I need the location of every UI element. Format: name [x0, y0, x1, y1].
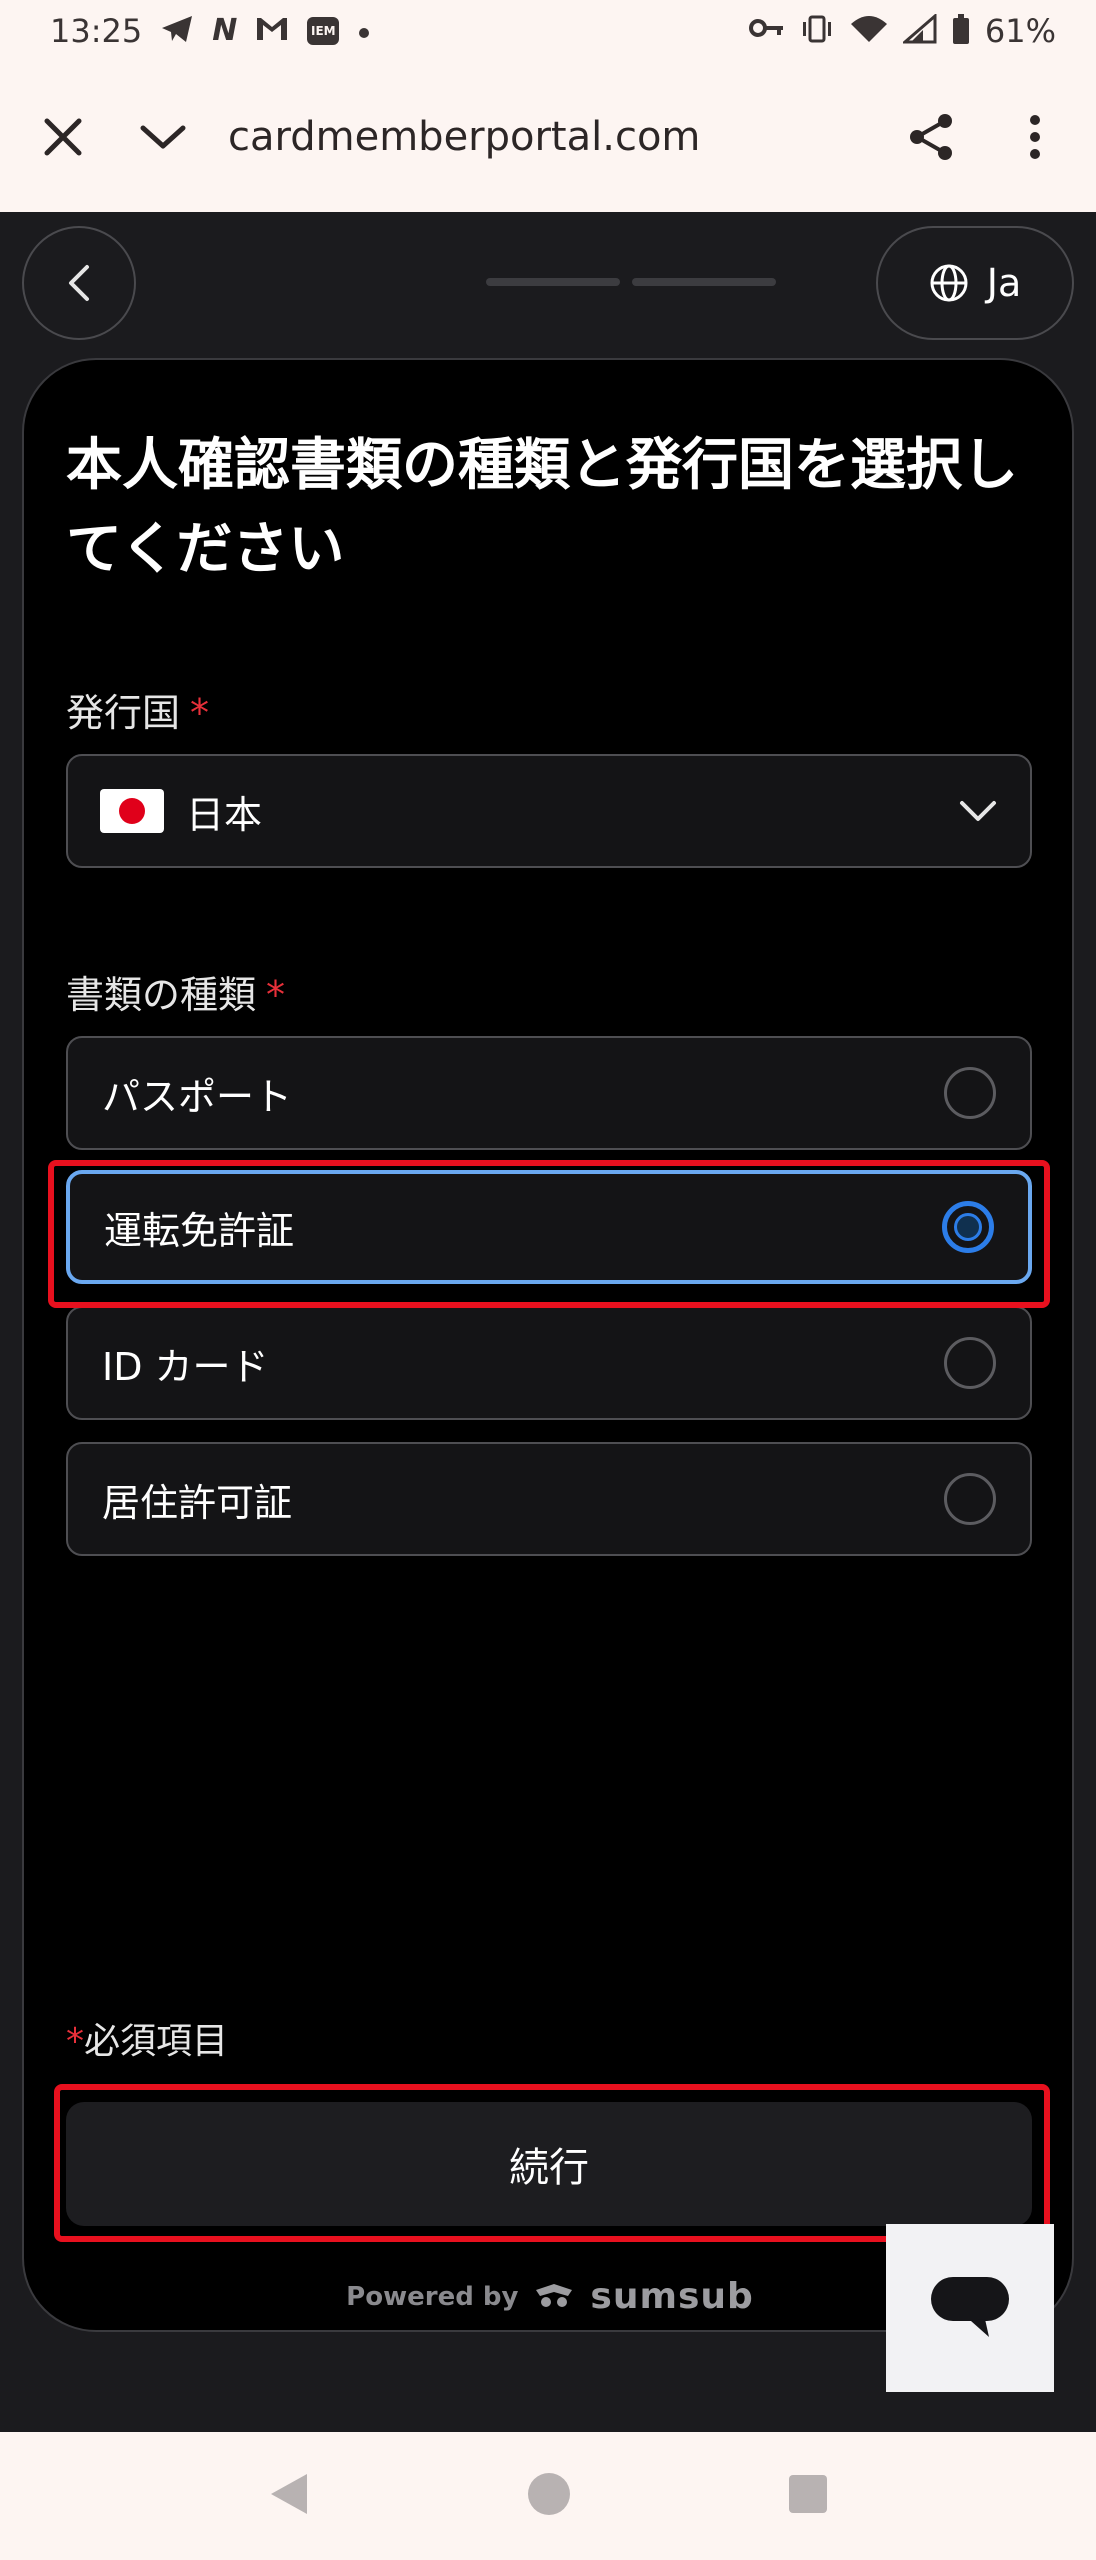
doc-option-label: パスポート: [102, 1074, 293, 1119]
status-bar: 13:25 N IEM 61%: [0, 0, 1096, 62]
square-recents-icon: [788, 2475, 827, 2513]
language-label: Ja: [986, 261, 1022, 305]
more-vert-icon: [1030, 115, 1040, 159]
triangle-back-icon: [271, 2474, 308, 2514]
doc-option-label: ID カード: [102, 1344, 269, 1389]
doc-option-residence-permit[interactable]: 居住許可証: [66, 1442, 1032, 1556]
doc-option-label: 運転免許証: [104, 1208, 295, 1253]
powered-by-text: Powered by: [346, 2281, 519, 2312]
vpn-key-icon: [748, 14, 785, 48]
required-mark: *: [266, 973, 286, 1017]
menu-button[interactable]: [990, 92, 1080, 182]
more-notifications-icon: [357, 14, 371, 48]
wifi-icon: [849, 14, 889, 48]
battery-percent: 61%: [984, 12, 1056, 50]
country-label: 発行国 *: [66, 682, 209, 737]
chevron-down-icon: [140, 125, 186, 149]
chat-bubble-icon: [931, 2277, 1009, 2337]
radio-button[interactable]: [944, 1067, 996, 1119]
required-note-text: 必須項目: [84, 2021, 229, 2062]
required-mark: *: [66, 2021, 84, 2062]
close-tab-button[interactable]: [18, 92, 108, 182]
country-label-text: 発行国: [66, 691, 181, 735]
system-nav-bar: [0, 2432, 1096, 2560]
page: Ja 本人確認書類の種類と発行国を選択してください 発行国 * 日本 書類の種類 *…: [0, 212, 1096, 2432]
browser-toolbar: cardmemberportal.com: [0, 62, 1096, 212]
news-icon: N: [212, 13, 238, 48]
doc-type-label: 書類の種類 *: [66, 964, 285, 1019]
chat-button[interactable]: [886, 2224, 1054, 2392]
url-text[interactable]: cardmemberportal.com: [228, 114, 886, 160]
country-value: 日本: [186, 792, 263, 837]
doc-type-label-text: 書類の種類: [66, 973, 257, 1017]
doc-option-id-card[interactable]: ID カード: [66, 1306, 1032, 1420]
chevron-left-icon: [69, 265, 89, 301]
nav-home-button[interactable]: [526, 2471, 572, 2521]
gmail-icon: [255, 14, 289, 48]
back-button[interactable]: [22, 226, 136, 340]
battery-icon: [951, 14, 971, 48]
close-icon: [44, 118, 82, 156]
top-row: Ja: [0, 212, 1096, 362]
required-note: *必須項目: [66, 2012, 228, 2064]
signal-icon: [900, 12, 937, 48]
nav-recents-button[interactable]: [787, 2473, 829, 2519]
sumsub-logo-icon: [536, 2283, 573, 2307]
radio-button-selected[interactable]: [942, 1201, 994, 1253]
expand-button[interactable]: [118, 92, 208, 182]
doc-option-passport[interactable]: パスポート: [66, 1036, 1032, 1150]
progress-step-1: [486, 278, 620, 286]
notification-badge-icon: IEM: [307, 17, 340, 45]
share-button[interactable]: [886, 92, 976, 182]
circle-home-icon: [527, 2473, 570, 2515]
language-button[interactable]: Ja: [876, 226, 1074, 340]
continue-button[interactable]: 続行: [66, 2102, 1032, 2226]
japan-flag-icon: [100, 789, 164, 833]
radio-button[interactable]: [944, 1337, 996, 1389]
form-card: 本人確認書類の種類と発行国を選択してください 発行国 * 日本 書類の種類 * パス…: [22, 358, 1074, 2332]
chevron-down-icon: [960, 801, 996, 821]
radio-button[interactable]: [944, 1473, 996, 1525]
doc-option-drivers-license[interactable]: 運転免許証: [66, 1170, 1032, 1284]
progress-step-2: [632, 278, 776, 286]
status-time: 13:25: [50, 12, 143, 50]
sumsub-brand: sumsub: [590, 2276, 754, 2317]
doc-option-label: 居住許可証: [102, 1480, 293, 1525]
required-mark: *: [190, 691, 210, 735]
telegram-icon: [160, 14, 194, 48]
globe-icon: [930, 264, 968, 302]
share-icon: [910, 114, 952, 160]
vibrate-icon: [799, 14, 835, 48]
country-select[interactable]: 日本: [66, 754, 1032, 868]
page-title: 本人確認書類の種類と発行国を選択してください: [66, 433, 1018, 582]
nav-back-button[interactable]: [267, 2470, 311, 2522]
